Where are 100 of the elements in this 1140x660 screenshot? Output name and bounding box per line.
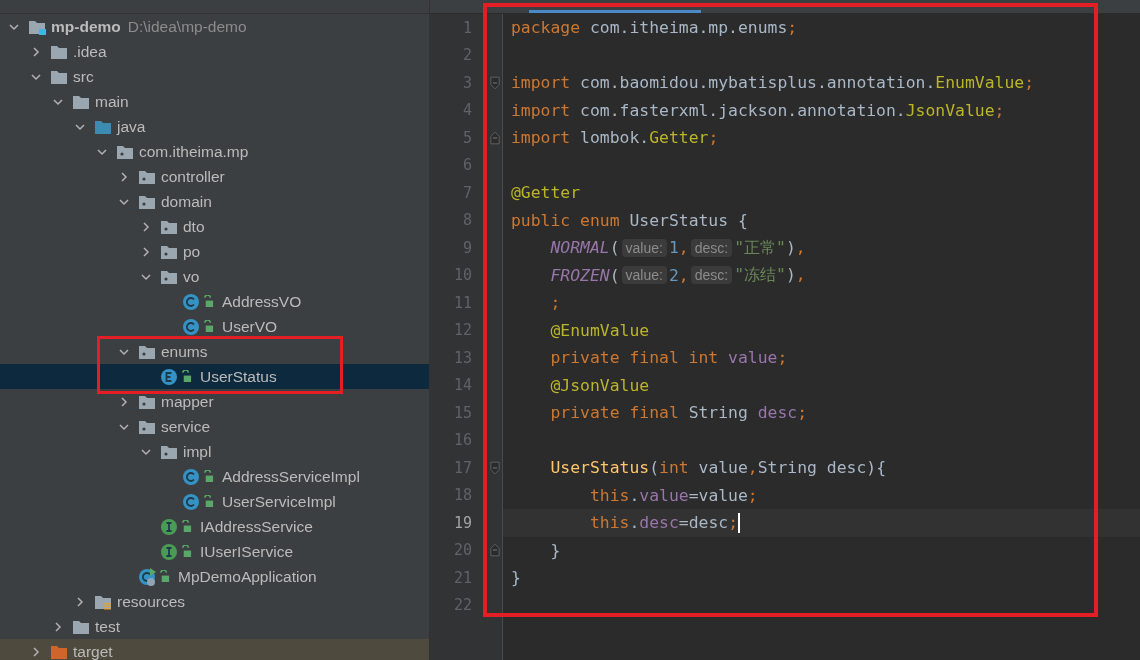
item-name: enums [161,342,208,361]
tree-row[interactable]: target [0,639,429,660]
fold-start-icon[interactable] [490,75,500,90]
code-text: import com.fasterxml.jackson.annotation.JsonValue; [511,100,1005,120]
unlocked-icon [181,520,192,533]
tree-row[interactable]: controller [0,164,429,189]
item-name: mapper [161,392,214,411]
interface-badge-icon [160,542,178,561]
folder-icon [160,218,178,235]
fold-start-icon[interactable] [490,460,500,475]
folder-icon [94,593,112,610]
code-text: this.value=value; [588,485,758,505]
tree-row[interactable]: IAddressService [0,514,429,539]
code-text: NORMAL( [549,238,620,258]
item-name: MpDemoApplication [178,567,317,586]
item-name: AddressServiceImpl [222,467,360,486]
tree-row[interactable]: test [0,614,429,639]
tree-row[interactable]: IUserIService [0,539,429,564]
folder-icon [138,418,156,435]
code-text: FROZEN( [549,265,620,285]
item-name: IUserIService [200,542,294,561]
folder-icon [72,618,90,635]
code-text: private final String desc; [549,403,808,423]
item-name: .idea [73,42,107,61]
tree-row[interactable]: UserStatus [0,364,429,389]
chevron-right-icon[interactable] [74,595,86,608]
item-name: test [95,617,120,636]
code-text: UserStatus(int value,String desc){ [549,458,887,478]
tree-row[interactable]: service [0,414,429,439]
code-text: import lombok.Getter; [511,128,719,148]
enum-badge-icon [160,367,178,386]
item-name: service [161,417,211,436]
class-badge-icon [182,492,200,511]
class-badge-icon [182,467,200,486]
code-text: @EnumValue [549,320,650,340]
chevron-right-icon[interactable] [140,245,152,258]
tree-row[interactable]: resources [0,589,429,614]
tree-row[interactable]: mp-demo D:\idea\mp-demo [0,14,429,39]
unlocked-icon [203,495,214,508]
code-text: 2, [668,265,689,285]
folder-icon [50,68,68,85]
chevron-right-icon[interactable] [118,395,130,408]
folder-icon [160,443,178,460]
code-text: 1, [668,238,689,258]
unlocked-icon [181,370,192,383]
code-text: } [549,540,561,560]
item-name: UserVO [222,317,278,336]
folder-icon [116,143,134,160]
unlocked-icon [181,545,192,558]
item-name: java [117,117,146,136]
folder-icon [160,243,178,260]
chevron-right-icon[interactable] [30,45,42,58]
item-name: dto [183,217,205,236]
tree-row[interactable]: AddressVO [0,289,429,314]
tree-row[interactable]: src [0,64,429,89]
folder-icon [138,393,156,410]
line-number: 19 [452,513,472,532]
chevron-right-icon[interactable] [52,620,64,633]
folder-icon [138,168,156,185]
item-name: impl [183,442,212,461]
parameter-hint: value: [621,238,667,257]
chevron-right-icon[interactable] [118,170,130,183]
tree-row[interactable]: UserVO [0,314,429,339]
code-text: public enum UserStatus { [511,210,748,230]
tree-row[interactable]: AddressServiceImpl [0,464,429,489]
code-text: @Getter [511,183,581,203]
folder-icon [138,193,156,210]
folder-icon [50,43,68,60]
tree-row[interactable]: mapper [0,389,429,414]
parameter-hint: desc: [690,266,733,285]
item-name: vo [183,267,200,286]
code-text: ; [549,293,561,313]
item-name: UserServiceImpl [222,492,336,511]
folder-icon [138,343,156,360]
tree-row[interactable]: .idea [0,39,429,64]
tree-row[interactable]: UserServiceImpl [0,489,429,514]
tree-row[interactable]: enums [0,339,429,364]
chevron-right-icon[interactable] [30,645,42,658]
tree-row[interactable]: MpDemoApplication [0,564,429,589]
tree-row[interactable]: main [0,89,429,114]
class-badge-icon [182,292,200,311]
tree-row[interactable]: po [0,239,429,264]
tree-row[interactable]: vo [0,264,429,289]
code-text: } [511,568,521,588]
parameter-hint: desc: [690,238,733,257]
tree-row[interactable]: java [0,114,429,139]
tree-row[interactable]: impl [0,439,429,464]
item-path: D:\idea\mp-demo [127,17,247,36]
item-name: AddressVO [222,292,302,311]
folder-icon [50,643,68,660]
tree-row[interactable]: domain [0,189,429,214]
chevron-right-icon[interactable] [140,220,152,233]
tree-row[interactable]: dto [0,214,429,239]
folder-icon [94,118,112,135]
item-name: src [73,67,94,86]
code-text: private final int value; [549,348,788,368]
item-name: po [183,242,201,261]
item-name: controller [161,167,225,186]
class-badge-icon [182,317,200,336]
tree-row[interactable]: com.itheima.mp [0,139,429,164]
